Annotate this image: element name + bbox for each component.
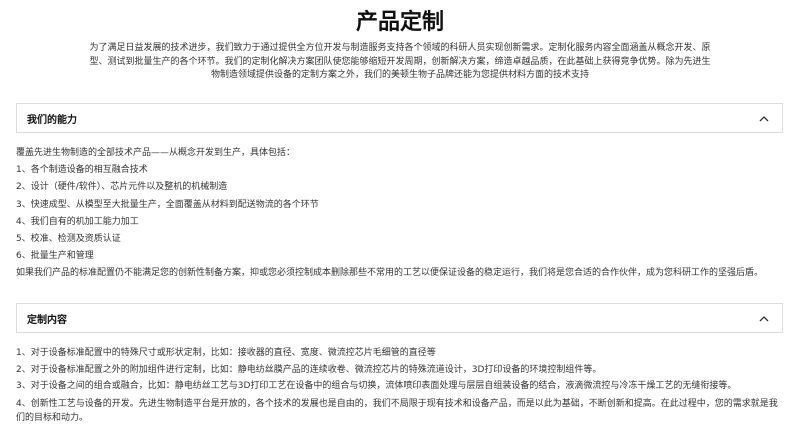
page-title: 产品定制: [355, 10, 444, 35]
list-item: 2、对于设备标准配置之外的附加组件进行定制，比如：静电纺丝膜产品的连续收卷、微流…: [16, 364, 602, 375]
body-line: 覆盖先进生物制造的全部技术产品——从概念开发到生产，具体包括：: [16, 148, 296, 158]
section-header-customization[interactable]: 定制内容: [16, 303, 783, 333]
intro-paragraph: 为了满足日益发展的技术进步，我们致力于通过提供全方位开发与制造服务支持各个领域的…: [89, 43, 711, 80]
list-item: 5、校准、检测及资质认证: [16, 234, 121, 245]
list-item: 4、我们自有的机加工能力加工: [16, 216, 139, 227]
body-line: 如果我们产品的标准配置仍不能满足您的创新性制备方案，抑或您必须控制成本删除那些不…: [16, 268, 764, 279]
list-item: 6、批量生产和管理: [16, 251, 94, 262]
chevron-up-icon[interactable]: [758, 113, 770, 125]
section-body-capabilities: 覆盖先进生物制造的全部技术产品——从概念开发到生产，具体包括： 1、各个制造设备…: [16, 145, 786, 283]
list-item: 4、创新性工艺与设备的开发。先进生物制造平台是开放的，各个技术的发展也是自由的，…: [16, 398, 778, 423]
section-title: 定制内容: [27, 314, 67, 326]
list-item: 3、快速成型、从模型至大批量生产，全面覆盖从材料到配送物流的各个环节: [16, 199, 319, 210]
list-item: 2、设计（硬件/软件）、芯片元件以及整机的机械制造: [16, 182, 228, 193]
list-item: 1、各个制造设备的相互融合技术: [16, 165, 148, 176]
list-item: 3、对于设备之间的组合或融合，比如：静电纺丝工艺与3D打印工艺在设备中的组合与切…: [16, 381, 737, 391]
section-body-customization: 1、对于设备标准配置中的特殊尺寸或形状定制，比如：接收器的直径、宽度、微流控芯片…: [16, 345, 786, 425]
section-title: 我们的能力: [27, 114, 77, 126]
list-item: 1、对于设备标准配置中的特殊尺寸或形状定制，比如：接收器的直径、宽度、微流控芯片…: [16, 348, 436, 358]
chevron-up-icon[interactable]: [758, 313, 770, 325]
section-header-capabilities[interactable]: 我们的能力: [16, 103, 783, 133]
